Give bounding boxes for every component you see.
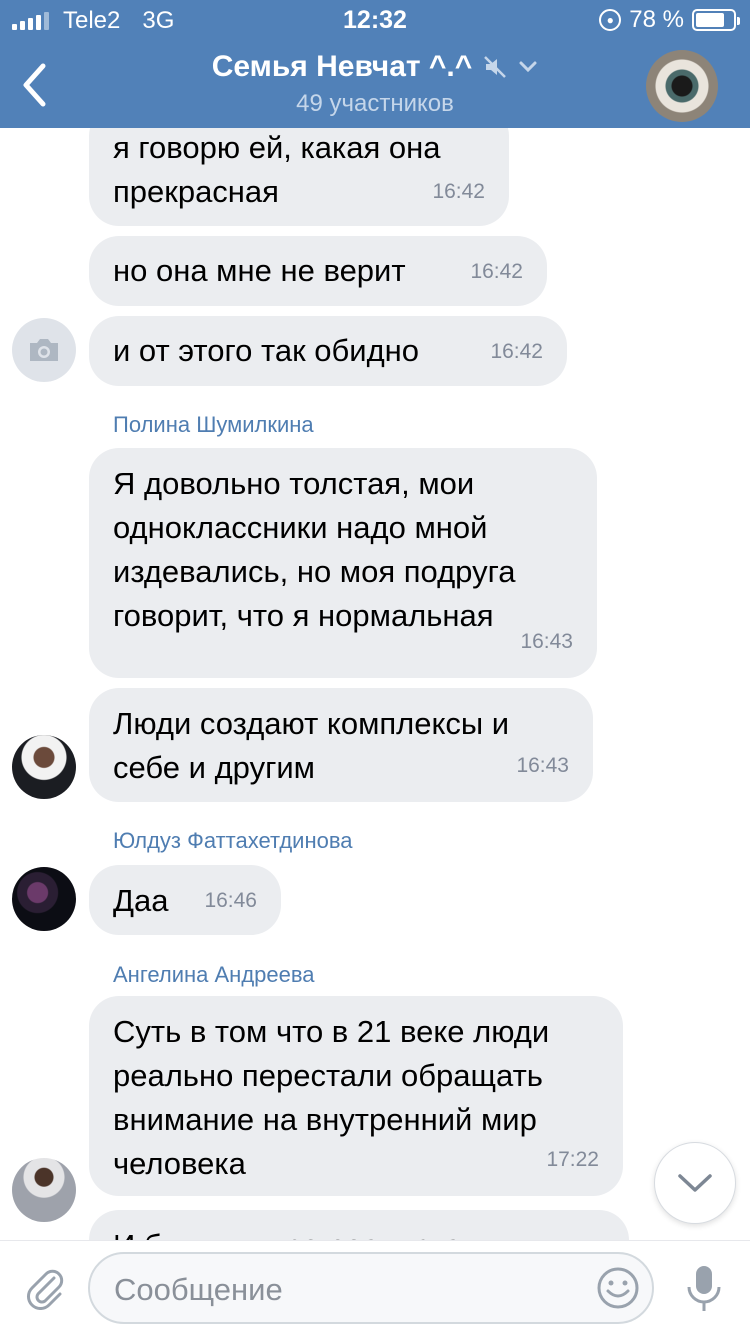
message-time: 16:42 <box>470 260 523 283</box>
message-time: 16:42 <box>432 180 485 203</box>
chat-title-text: Семья Невчат ^.^ <box>211 50 473 83</box>
message-time: 16:43 <box>520 630 573 653</box>
battery-icon <box>692 9 740 31</box>
message-list[interactable]: я говорю ей, какая она прекрасная 16:42 … <box>0 128 750 1240</box>
message-input-box[interactable] <box>88 1252 654 1324</box>
message-bubble[interactable]: Суть в том что в 21 веке люди реально пе… <box>89 996 623 1196</box>
message-composer <box>0 1240 750 1334</box>
message-text: я говорю ей, какая она прекрасная <box>113 130 441 209</box>
message-text: Я довольно толстая, мои одноклассники на… <box>113 466 516 633</box>
status-bar: Tele2 3G 12:32 ● 78 % <box>0 0 750 40</box>
chevron-down-icon <box>519 61 537 73</box>
user-avatar[interactable] <box>12 1158 76 1222</box>
orientation-lock-icon: ● <box>599 9 622 31</box>
chat-avatar[interactable] <box>646 50 718 122</box>
message-time: 16:46 <box>204 889 257 912</box>
chat-header: Tele2 3G 12:32 ● 78 % Семья Невчат ^.^ 4… <box>0 0 750 128</box>
sender-name[interactable]: Юлдуз Фаттахетдинова <box>113 828 353 854</box>
attach-button[interactable] <box>22 1265 68 1311</box>
message-bubble[interactable]: Я довольно толстая, мои одноклассники на… <box>89 448 597 678</box>
chat-members-count: 49 участников <box>296 90 454 117</box>
message-bubble[interactable]: И будь мы все реалистами <box>89 1210 629 1240</box>
message-text: и от этого так обидно <box>113 333 420 368</box>
message-text: Суть в том что в 21 веке люди реально пе… <box>113 1014 550 1181</box>
sender-name[interactable]: Полина Шумилкина <box>113 412 314 438</box>
message-input[interactable] <box>114 1272 584 1308</box>
message-bubble[interactable]: но она мне не верит 16:42 <box>89 236 547 306</box>
message-text: Люди создают комплексы и себе и другим <box>113 706 510 785</box>
user-avatar[interactable] <box>12 867 76 931</box>
paperclip-icon <box>27 1269 64 1310</box>
message-time: 17:22 <box>546 1148 599 1171</box>
chat-title-area[interactable]: Семья Невчат ^.^ 49 участников <box>0 50 750 118</box>
status-right: ● 78 % <box>599 6 740 34</box>
message-bubble[interactable]: и от этого так обидно 16:42 <box>89 316 567 386</box>
message-text: И будь мы все реалистами <box>113 1224 605 1240</box>
microphone-icon[interactable] <box>684 1263 724 1315</box>
scroll-down-icon <box>678 1174 712 1192</box>
battery-percent: 78 % <box>629 6 684 33</box>
message-time: 16:42 <box>490 340 543 363</box>
message-bubble[interactable]: я говорю ей, какая она прекрасная 16:42 <box>89 128 509 226</box>
user-avatar[interactable] <box>12 318 76 382</box>
camera-icon <box>30 339 58 361</box>
scroll-down-button[interactable] <box>654 1142 736 1224</box>
message-bubble[interactable]: Даа 16:46 <box>89 865 281 935</box>
message-bubble[interactable]: Люди создают комплексы и себе и другим 1… <box>89 688 593 802</box>
user-avatar[interactable] <box>12 735 76 799</box>
message-text: но она мне не верит <box>113 253 406 288</box>
chat-title[interactable]: Семья Невчат ^.^ <box>212 50 539 84</box>
sender-name[interactable]: Ангелина Андреева <box>113 962 315 988</box>
message-time: 16:43 <box>516 754 569 777</box>
emoji-icon[interactable] <box>596 1266 640 1310</box>
mute-icon <box>484 56 507 78</box>
